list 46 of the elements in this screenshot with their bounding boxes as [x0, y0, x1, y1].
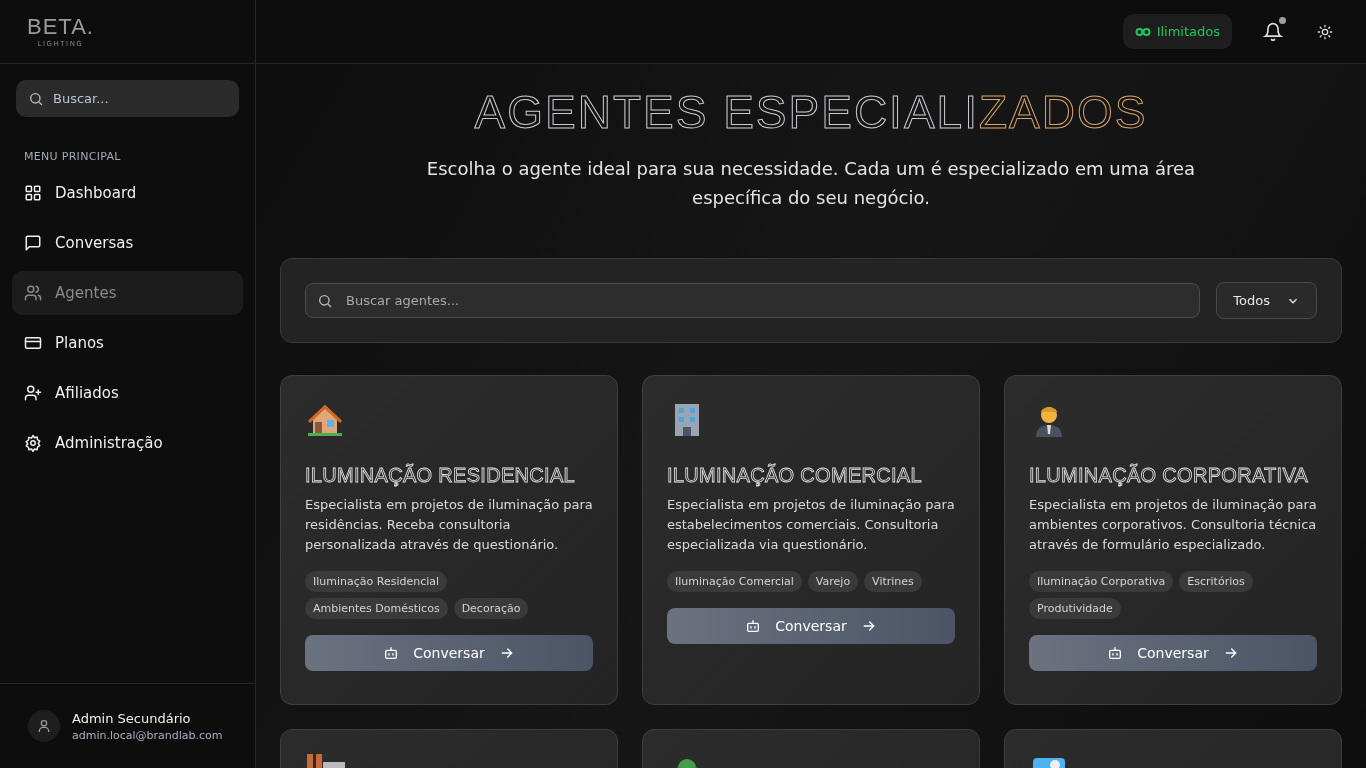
robot-icon [1107, 645, 1124, 661]
agent-search-field[interactable]: Buscar agentes... [305, 283, 1201, 318]
agent-title: ILUMINAÇÃO COMERCIAL [667, 464, 923, 487]
avatar [28, 710, 60, 742]
credit-card-icon [24, 334, 42, 352]
agent-description: Especialista em projetos de iluminação para residências. Receba consultoria personalizada através de questionário. [305, 496, 593, 554]
tag: Iluminação Comercial [667, 571, 802, 592]
bell-icon [1263, 21, 1283, 42]
search-field[interactable]: Buscar... [16, 80, 239, 117]
page-subtitle: Escolha o agente ideal para sua necessidade. Cada um é especializado em uma área específica do seu negócio. [425, 157, 1197, 210]
user-name: Admin Secundário [72, 710, 192, 726]
tag: Decoração [453, 598, 529, 619]
user-email: admin.local@brandlab.com [72, 728, 223, 742]
robot-icon [745, 618, 762, 634]
sun-icon [1317, 23, 1333, 40]
chat-button[interactable]: Conversar [667, 608, 955, 644]
tag: Escritórios [1179, 571, 1253, 592]
nav-item[interactable]: Conversas [12, 221, 243, 265]
users-icon [24, 284, 42, 302]
nav-item[interactable]: Planos [12, 321, 243, 365]
tag: Varejo [807, 571, 859, 592]
agent-title: ILUMINAÇÃO CORPORATIVA [1029, 464, 1310, 487]
nav-item[interactable]: Administração [12, 421, 243, 465]
agent-description: Especialista em projetos de iluminação para estabelecimentos comerciais. Consultoria especializada via questionário. [667, 496, 955, 554]
page-title: AGENTES ESPECIALIZADOS [474, 85, 1148, 140]
chat-button[interactable]: Conversar [305, 635, 593, 671]
tag: Iluminação Corporativa [1029, 571, 1174, 592]
section-label: MENU PRINCIPAL [24, 150, 122, 163]
user-plus-icon [24, 384, 42, 402]
nav-item[interactable]: Dashboard [12, 171, 243, 215]
agent-description: Especialista em projetos de iluminação para ambientes corporativos. Consultoria técnica através de formulário especializado. [1029, 496, 1317, 554]
tag: Vitrines [864, 571, 922, 592]
chat-button[interactable]: Conversar [1029, 635, 1317, 671]
infinity-icon [1134, 26, 1151, 37]
nav-item[interactable]: Agentes [12, 271, 243, 315]
tag: Ambientes Domésticos [305, 598, 448, 619]
grid-icon [24, 184, 42, 202]
plan-badge[interactable]: Ilimitados [1122, 14, 1232, 49]
tag: Iluminação Residencial [305, 571, 448, 592]
nav-item[interactable]: Afiliados [12, 371, 243, 415]
settings-icon [24, 434, 42, 452]
chat-icon [24, 234, 42, 252]
tag: Produtividade [1029, 598, 1121, 619]
agent-title: ILUMINAÇÃO RESIDENCIAL [305, 464, 576, 487]
robot-icon [383, 645, 400, 661]
category-dropdown[interactable]: Todos [1216, 282, 1317, 319]
